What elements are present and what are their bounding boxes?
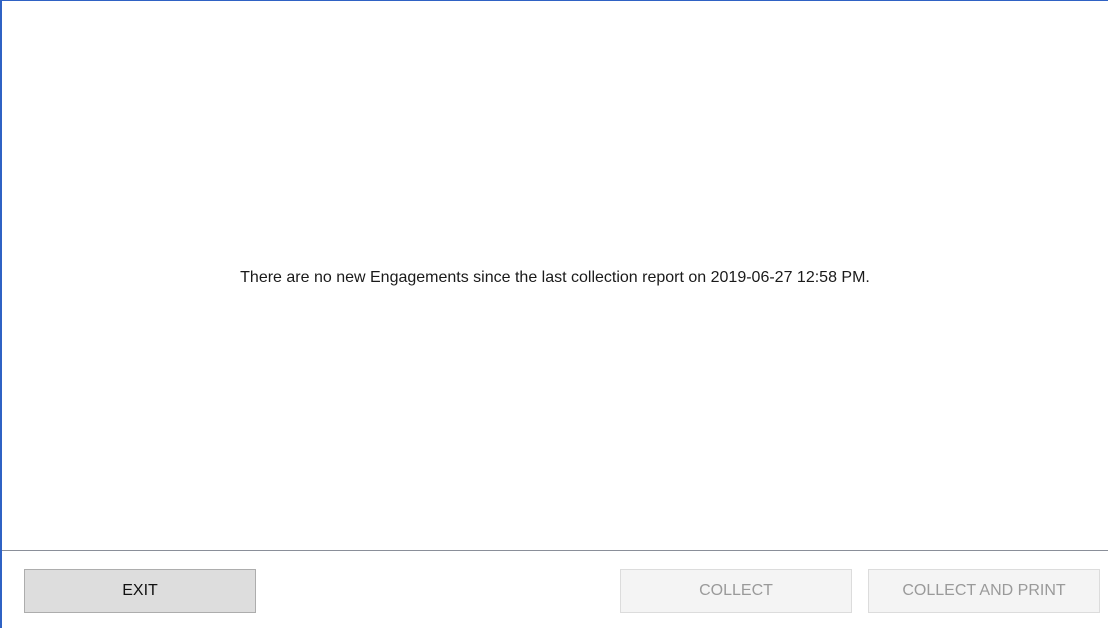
button-bar: EXIT COLLECT COLLECT AND PRINT xyxy=(2,551,1108,628)
exit-button[interactable]: EXIT xyxy=(24,569,256,613)
collection-window: There are no new Engagements since the l… xyxy=(0,0,1108,628)
collect-button[interactable]: COLLECT xyxy=(620,569,852,613)
message-area: There are no new Engagements since the l… xyxy=(2,1,1108,550)
collect-and-print-button[interactable]: COLLECT AND PRINT xyxy=(868,569,1100,613)
no-engagements-message: There are no new Engagements since the l… xyxy=(240,269,870,286)
